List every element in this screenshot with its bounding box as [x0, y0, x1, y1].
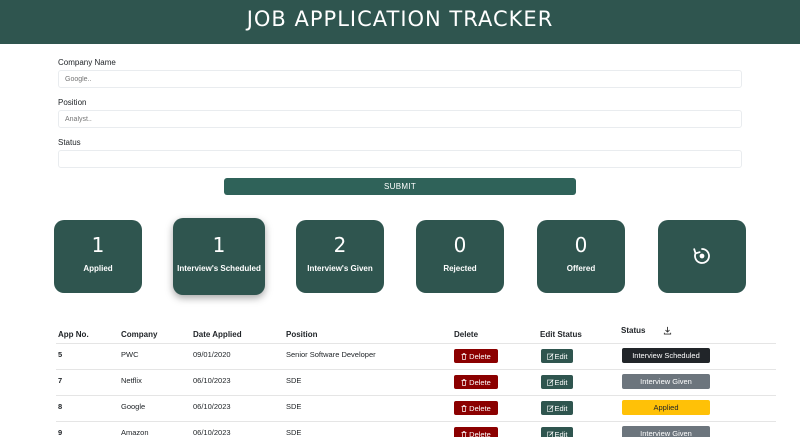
- cell-position: SDE: [286, 428, 302, 437]
- header-status: Status: [621, 326, 646, 335]
- header-date-applied: Date Applied: [193, 330, 242, 339]
- reset-card[interactable]: [658, 220, 746, 293]
- page-title: JOB APPLICATION TRACKER: [246, 7, 554, 31]
- table-row: 5 PWC 09/01/2020 Senior Software Developer D…: [56, 343, 776, 369]
- edit-button[interactable]: Edit: [541, 427, 573, 437]
- submit-button[interactable]: SUBMIT: [224, 178, 576, 195]
- stat-card-offered[interactable]: 0 Offered: [537, 220, 625, 293]
- edit-icon: [546, 430, 554, 437]
- delete-label: Delete: [469, 403, 491, 413]
- app-header: JOB APPLICATION TRACKER: [0, 0, 800, 44]
- cell-app-no: 5: [58, 350, 63, 359]
- cell-date-applied: 06/10/2023: [193, 402, 231, 411]
- header-edit-status: Edit Status: [540, 330, 582, 339]
- stat-label: Applied: [83, 264, 113, 273]
- cell-company: Google: [121, 402, 146, 411]
- company-name-label: Company Name: [58, 58, 116, 67]
- stat-value: 1: [91, 233, 105, 257]
- header-company: Company: [121, 330, 158, 339]
- cell-date-applied: 09/01/2020: [193, 350, 231, 359]
- stat-card-interviews-scheduled[interactable]: 1 Interview's Scheduled: [173, 218, 265, 295]
- table-row: 8 Google 06/10/2023 SDE Delete Edit Applied: [56, 395, 776, 421]
- delete-label: Delete: [469, 351, 491, 361]
- stat-value: 1: [212, 233, 226, 257]
- stat-label: Rejected: [443, 264, 477, 273]
- cell-app-no: 7: [58, 376, 63, 385]
- position-field-group: Position: [58, 98, 742, 128]
- delete-button[interactable]: Delete: [454, 349, 498, 363]
- stat-label: Interview's Scheduled: [177, 264, 261, 273]
- cell-company: Netflix: [121, 376, 142, 385]
- status-label: Status: [58, 138, 81, 147]
- trash-icon: [461, 352, 467, 360]
- delete-label: Delete: [469, 429, 491, 437]
- stat-card-rejected[interactable]: 0 Rejected: [416, 220, 504, 293]
- cell-position: SDE: [286, 376, 302, 385]
- header-app-no: App No.: [58, 330, 89, 339]
- edit-icon: [546, 352, 554, 360]
- delete-button[interactable]: Delete: [454, 427, 498, 437]
- edit-icon: [546, 404, 554, 412]
- download-icon[interactable]: [663, 326, 672, 335]
- status-badge: Interview Scheduled: [622, 348, 710, 363]
- status-badge: Interview Given: [622, 374, 710, 389]
- delete-button[interactable]: Delete: [454, 401, 498, 415]
- edit-label: Edit: [554, 351, 568, 361]
- position-input[interactable]: [58, 110, 742, 128]
- cell-company: Amazon: [121, 428, 149, 437]
- position-label: Position: [58, 98, 87, 107]
- company-field-group: Company Name: [58, 58, 742, 88]
- edit-label: Edit: [554, 377, 568, 387]
- status-badge: Interview Given: [622, 426, 710, 437]
- stat-value: 0: [574, 233, 588, 257]
- edit-label: Edit: [554, 429, 568, 437]
- cell-app-no: 8: [58, 402, 63, 411]
- status-badge: Applied: [622, 400, 710, 415]
- header-delete: Delete: [454, 330, 479, 339]
- trash-icon: [461, 404, 467, 412]
- status-input[interactable]: [58, 150, 742, 168]
- delete-label: Delete: [469, 377, 491, 387]
- status-field-group: Status: [58, 138, 742, 168]
- edit-button[interactable]: Edit: [541, 349, 573, 363]
- table-header: App No. Company Date Applied Position De…: [0, 326, 800, 344]
- stat-card-interviews-given[interactable]: 2 Interview's Given: [296, 220, 384, 293]
- company-name-input[interactable]: [58, 70, 742, 88]
- edit-label: Edit: [554, 403, 568, 413]
- cell-date-applied: 06/10/2023: [193, 376, 231, 385]
- cell-position: Senior Software Developer: [286, 350, 376, 359]
- cell-company: PWC: [121, 350, 139, 359]
- delete-button[interactable]: Delete: [454, 375, 498, 389]
- cell-app-no: 9: [58, 428, 63, 437]
- cell-position: SDE: [286, 402, 302, 411]
- trash-icon: [461, 378, 467, 386]
- stat-value: 0: [453, 233, 467, 257]
- stat-card-applied[interactable]: 1 Applied: [54, 220, 142, 293]
- edit-button[interactable]: Edit: [541, 375, 573, 389]
- stat-label: Offered: [566, 264, 596, 273]
- edit-button[interactable]: Edit: [541, 401, 573, 415]
- edit-icon: [546, 378, 554, 386]
- header-position: Position: [286, 330, 318, 339]
- cell-date-applied: 06/10/2023: [193, 428, 231, 437]
- stat-label: Interview's Given: [307, 264, 373, 273]
- reset-icon: [693, 248, 710, 264]
- table-row: 7 Netflix 06/10/2023 SDE Delete Edit Interview…: [56, 369, 776, 395]
- stat-value: 2: [333, 233, 347, 257]
- trash-icon: [461, 430, 467, 437]
- table-row: 9 Amazon 06/10/2023 SDE Delete Edit Interview …: [56, 421, 776, 437]
